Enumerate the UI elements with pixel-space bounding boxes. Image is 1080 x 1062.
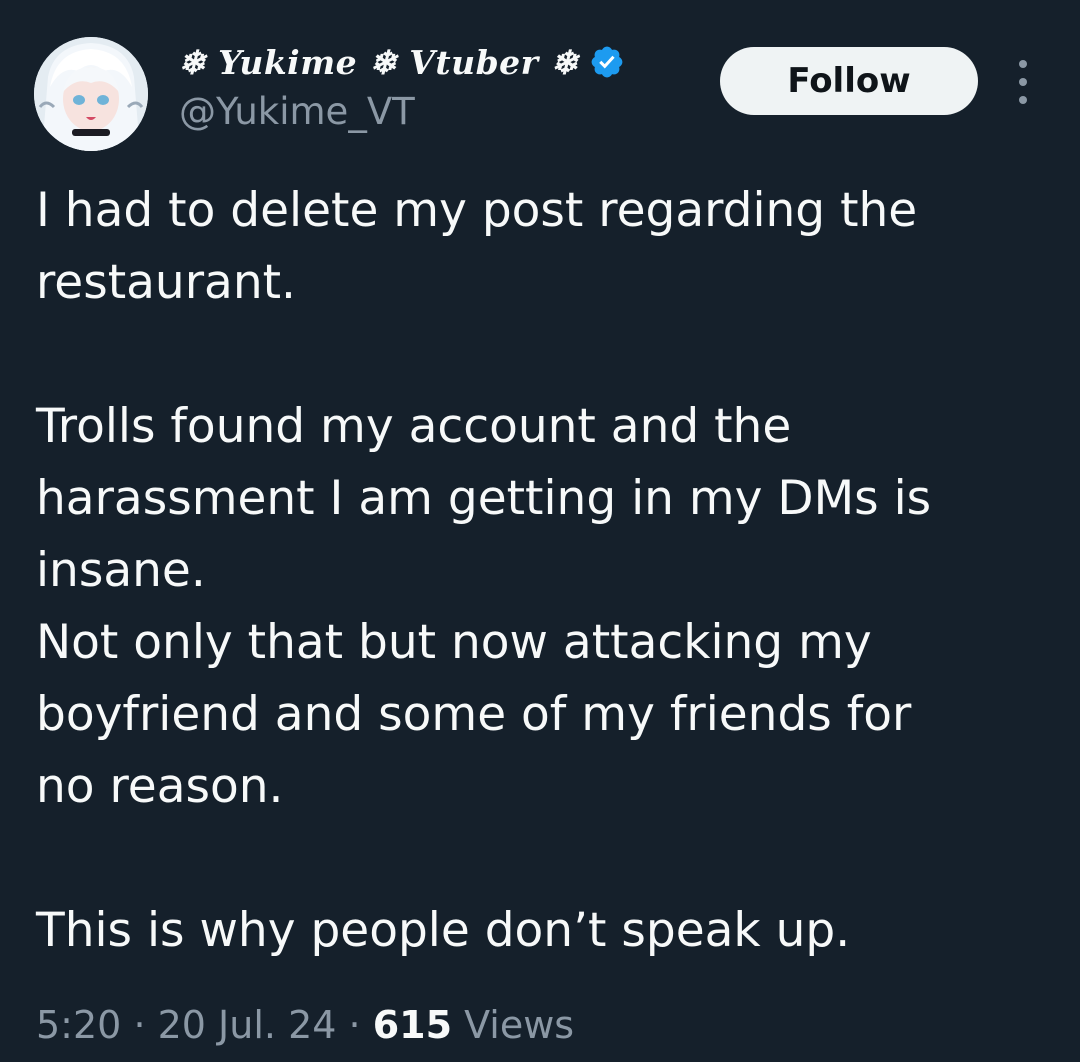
views-count[interactable]: 615	[373, 1003, 452, 1047]
tweet-line: Trolls found my account and the	[36, 399, 792, 454]
tweet-line: harassment I am getting in my DMs is	[36, 471, 932, 526]
meta-separator: ·	[133, 1003, 146, 1047]
views-label: Views	[464, 1003, 575, 1047]
meta-separator: ·	[348, 1003, 361, 1047]
tweet-line: Not only that but now attacking my	[36, 615, 872, 670]
tweet-line: boyfriend and some of my friends for	[36, 687, 912, 742]
tweet-date[interactable]: 20 Jul. 24	[158, 1003, 337, 1047]
tweet-line: no reason.	[36, 759, 284, 814]
avatar[interactable]	[34, 37, 148, 151]
verified-badge-icon[interactable]	[589, 44, 625, 80]
tweet-line: restaurant.	[36, 255, 296, 310]
tweet-time[interactable]: 5:20	[36, 1003, 121, 1047]
more-dot	[1019, 96, 1027, 104]
tweet-line-blank	[36, 319, 1046, 391]
author-name-row: ❄ Yukime ❄ Vtuber ❄	[178, 40, 625, 84]
anime-avatar-icon	[34, 37, 148, 151]
more-dot	[1019, 78, 1027, 86]
author-display-name[interactable]: ❄ Yukime ❄ Vtuber ❄	[178, 43, 579, 82]
tweet-text: I had to delete my post regarding the re…	[36, 175, 1046, 967]
tweet-line: insane.	[36, 543, 206, 598]
more-dot	[1019, 60, 1027, 68]
tweet-line-blank	[36, 823, 1046, 895]
author-handle[interactable]: @Yukime_VT	[179, 90, 415, 133]
follow-button[interactable]: Follow	[720, 47, 978, 115]
tweet-line: I had to delete my post regarding the	[36, 183, 918, 238]
tweet-line: This is why people don’t speak up.	[36, 903, 851, 958]
tweet-meta: 5:20 · 20 Jul. 24 · 615 Views	[36, 1003, 574, 1047]
more-options-icon[interactable]	[1006, 60, 1040, 104]
